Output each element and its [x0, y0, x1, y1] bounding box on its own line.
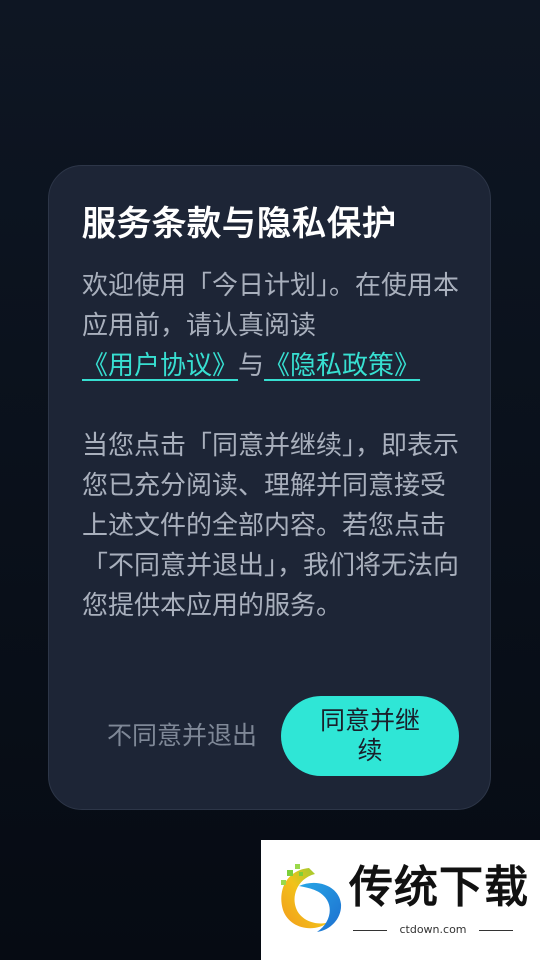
terms-dialog: 服务条款与隐私保护 欢迎使用「今日计划」。在使用本应用前，请认真阅读《用户协议》…	[48, 165, 491, 810]
dialog-body: 欢迎使用「今日计划」。在使用本应用前，请认真阅读《用户协议》与《隐私政策》 当您…	[82, 266, 462, 626]
divider-right	[479, 930, 513, 931]
dialog-title: 服务条款与隐私保护	[82, 204, 397, 244]
watermark-banner: 传统下载 ctdown.com	[261, 840, 540, 960]
agree-continue-button[interactable]: 同意并继续	[281, 696, 459, 776]
watermark-subline: ctdown.com	[353, 922, 513, 938]
user-agreement-link[interactable]: 《用户协议》	[82, 351, 238, 381]
connector-text: 与	[238, 351, 265, 381]
ctdown-logo-icon	[281, 864, 342, 932]
disagree-exit-button[interactable]: 不同意并退出	[82, 696, 282, 776]
intro-text: 欢迎使用「今日计划」。在使用本应用前，请认真阅读	[82, 271, 460, 341]
consent-paragraph: 当您点击「同意并继续」，即表示您已充分阅读、理解并同意接受上述文件的全部内容。若…	[82, 431, 460, 621]
watermark-brand: 传统下载	[349, 862, 529, 913]
intro-paragraph: 欢迎使用「今日计划」。在使用本应用前，请认真阅读《用户协议》与《隐私政策》	[82, 266, 462, 386]
privacy-policy-link[interactable]: 《隐私政策》	[264, 351, 420, 381]
watermark-url: ctdown.com	[399, 923, 467, 936]
divider-left	[353, 930, 387, 931]
